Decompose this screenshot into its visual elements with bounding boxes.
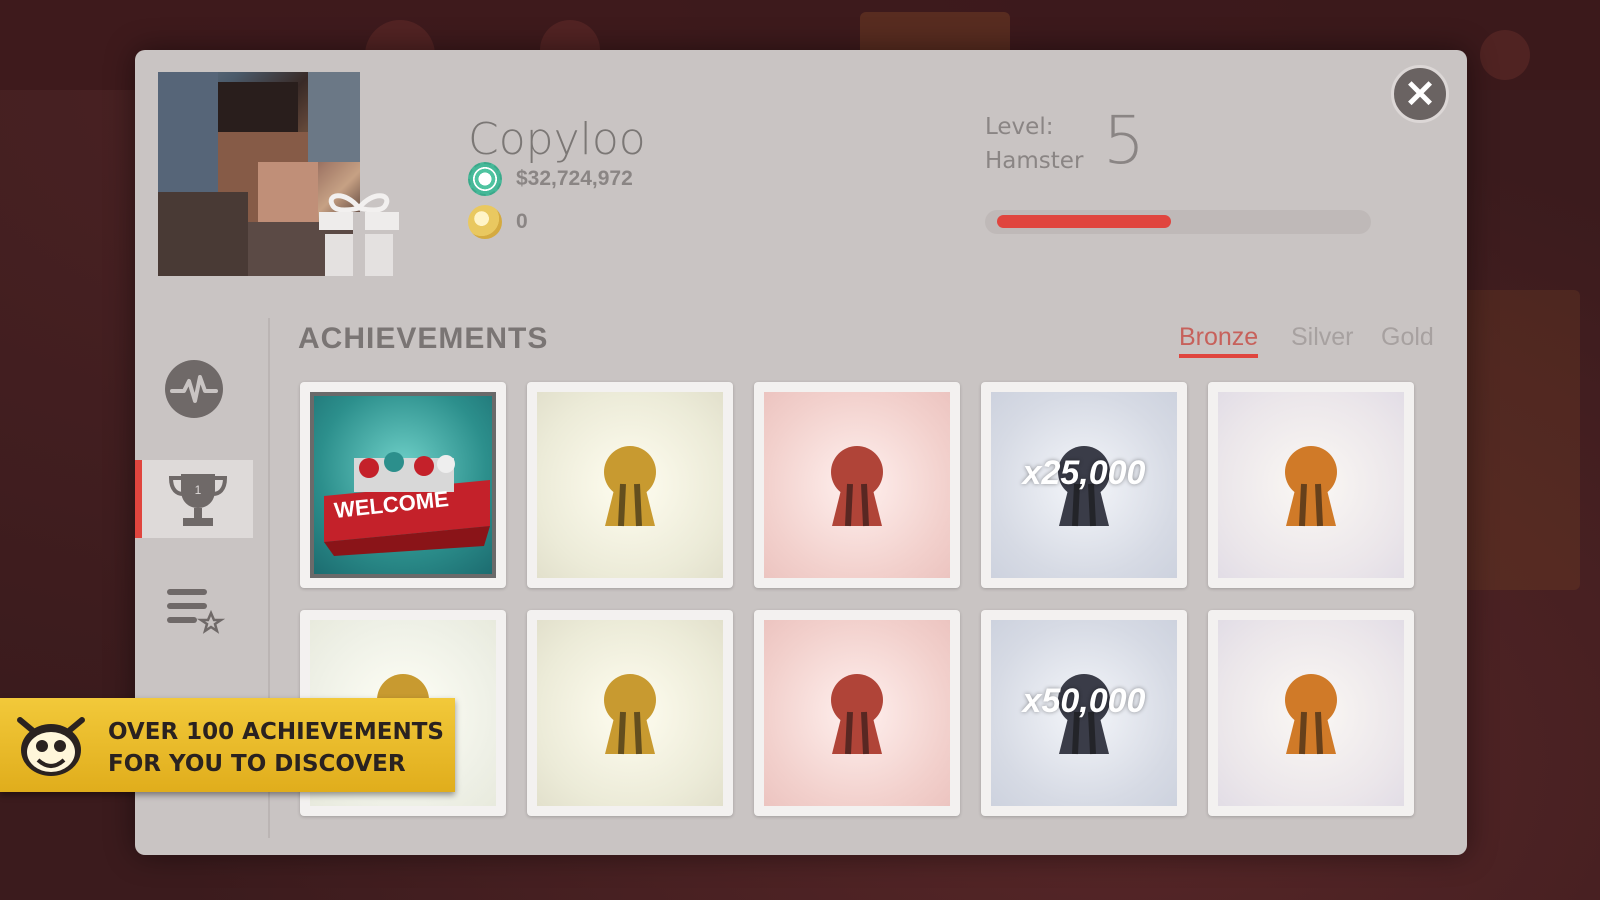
sidebar-item-leaderboard[interactable] bbox=[135, 570, 253, 648]
tab-gold[interactable]: Gold bbox=[1381, 323, 1434, 352]
list-star-icon bbox=[167, 589, 225, 634]
achievement-image bbox=[537, 620, 723, 806]
achievement-image bbox=[1218, 620, 1404, 806]
promo-banner: OVER 100 ACHIEVEMENTS FOR YOU TO DISCOVE… bbox=[0, 698, 455, 792]
background-decoration bbox=[1450, 290, 1580, 590]
xp-progress-fill bbox=[997, 215, 1171, 228]
achievement-image: x50,000 bbox=[991, 620, 1177, 806]
chips-row: $32,724,972 bbox=[468, 162, 633, 196]
sidebar-item-achievements[interactable]: 1 bbox=[135, 460, 253, 538]
tab-silver[interactable]: Silver bbox=[1291, 323, 1354, 352]
coin-icon bbox=[468, 205, 502, 239]
achievement-image bbox=[764, 620, 950, 806]
achievement-image bbox=[1218, 392, 1404, 578]
achievement-card[interactable]: x50,000 bbox=[981, 610, 1187, 816]
player-name: Copyloo bbox=[468, 114, 646, 165]
keyhole-lock-icon bbox=[604, 446, 656, 527]
promo-line-2: FOR YOU TO DISCOVER bbox=[108, 751, 406, 777]
svg-text:1: 1 bbox=[194, 483, 201, 497]
close-icon: ✕ bbox=[1404, 73, 1436, 116]
level-rank: Hamster bbox=[985, 148, 1084, 174]
mascot-icon bbox=[17, 717, 85, 776]
achievement-card[interactable]: x25,000 bbox=[981, 382, 1187, 588]
keyhole-lock-icon bbox=[831, 446, 883, 527]
keyhole-lock-icon bbox=[831, 674, 883, 755]
activity-icon bbox=[165, 360, 223, 418]
level-number: 5 bbox=[1103, 102, 1145, 179]
achievement-card[interactable]: WELCOME bbox=[300, 382, 506, 588]
achievement-amount: x50,000 bbox=[1022, 682, 1146, 720]
chips-amount: $32,724,972 bbox=[516, 167, 633, 190]
coins-row: 0 bbox=[468, 205, 528, 239]
achievement-card[interactable] bbox=[527, 382, 733, 588]
achievement-amount: x25,000 bbox=[1022, 454, 1146, 492]
tab-bronze[interactable]: Bronze bbox=[1179, 323, 1259, 358]
achievement-card[interactable] bbox=[754, 610, 960, 816]
background-decoration bbox=[1480, 30, 1530, 80]
achievement-image bbox=[537, 392, 723, 578]
keyhole-lock-icon bbox=[1285, 446, 1337, 527]
achievements-title: ACHIEVEMENTS bbox=[298, 322, 549, 355]
chip-icon bbox=[468, 162, 502, 196]
level-caption: Level: bbox=[985, 114, 1054, 140]
achievement-image: x25,000 bbox=[991, 392, 1177, 578]
promo-text: OVER 100 ACHIEVEMENTS FOR YOU TO DISCOVE… bbox=[108, 716, 444, 780]
trophy-icon: 1 bbox=[168, 474, 227, 526]
coins-amount: 0 bbox=[516, 210, 528, 233]
sidebar-item-stats[interactable] bbox=[135, 350, 253, 428]
level-label: Level: Hamster bbox=[985, 110, 1083, 178]
achievement-image: WELCOME bbox=[310, 392, 496, 578]
close-button[interactable]: ✕ bbox=[1391, 65, 1449, 123]
keyhole-lock-icon bbox=[1285, 674, 1337, 755]
promo-line-1: OVER 100 ACHIEVEMENTS bbox=[108, 719, 444, 745]
xp-progress-bar bbox=[985, 210, 1371, 234]
gift-icon[interactable] bbox=[315, 180, 403, 276]
achievement-card[interactable] bbox=[1208, 610, 1414, 816]
achievement-image bbox=[764, 392, 950, 578]
keyhole-lock-icon bbox=[604, 674, 656, 755]
achievement-card[interactable] bbox=[527, 610, 733, 816]
achievement-card[interactable] bbox=[1208, 382, 1414, 588]
achievement-card[interactable] bbox=[754, 382, 960, 588]
